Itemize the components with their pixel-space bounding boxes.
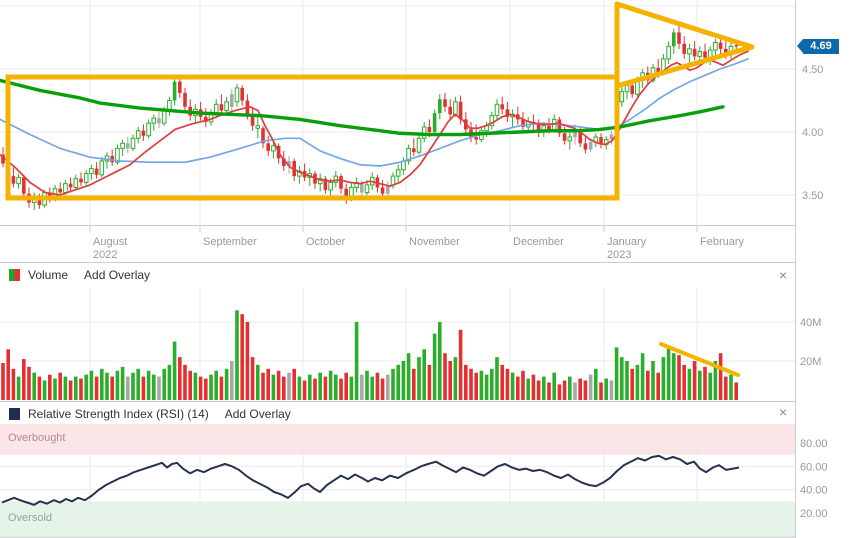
svg-text:4.50: 4.50 xyxy=(802,64,823,76)
svg-text:40M: 40M xyxy=(800,317,821,329)
rsi-line-layer xyxy=(2,456,739,505)
volume-panel-label[interactable]: Volume xyxy=(28,268,68,282)
svg-text:2023: 2023 xyxy=(607,249,631,261)
rsi-close-icon[interactable]: × xyxy=(779,405,787,419)
svg-text:4.00: 4.00 xyxy=(802,127,823,139)
volume-close-icon[interactable]: × xyxy=(779,268,787,282)
volume-panel-header: Volume Add Overlay xyxy=(0,264,795,285)
svg-text:40.00: 40.00 xyxy=(800,485,828,497)
candlestick-layer xyxy=(1,25,738,210)
annotation-layer xyxy=(8,4,752,375)
last-price-badge: 4.69 xyxy=(803,39,839,54)
svg-text:October: October xyxy=(306,236,345,248)
svg-text:August: August xyxy=(93,236,127,248)
rsi-add-overlay-button[interactable]: Add Overlay xyxy=(225,407,291,421)
svg-text:February: February xyxy=(700,236,745,248)
volume-legend-icon xyxy=(9,269,20,281)
rsi-zones xyxy=(0,424,795,537)
svg-text:3.50: 3.50 xyxy=(802,190,823,202)
volume-add-overlay-button[interactable]: Add Overlay xyxy=(84,268,150,282)
svg-text:December: December xyxy=(513,236,564,248)
svg-text:80.00: 80.00 xyxy=(800,438,828,450)
svg-text:20M: 20M xyxy=(800,356,821,368)
volume-bars-layer xyxy=(1,310,738,400)
svg-text:2022: 2022 xyxy=(93,249,117,261)
rsi-panel-title[interactable]: Relative Strength Index (RSI) (14) xyxy=(28,407,209,421)
svg-text:60.00: 60.00 xyxy=(800,461,828,473)
rsi-legend-icon xyxy=(9,408,20,420)
stock-chart-app: 4.50 4.00 3.50 40M 20M 80.00 60.00 40.00 20.00 Au… xyxy=(0,0,852,538)
svg-text:November: November xyxy=(409,236,460,248)
svg-text:20.00: 20.00 xyxy=(800,508,828,520)
svg-text:September: September xyxy=(203,236,257,248)
svg-text:January: January xyxy=(607,236,647,248)
moving-averages-layer xyxy=(0,51,748,195)
rsi-panel-header: Relative Strength Index (RSI) (14) Add O… xyxy=(0,403,795,424)
